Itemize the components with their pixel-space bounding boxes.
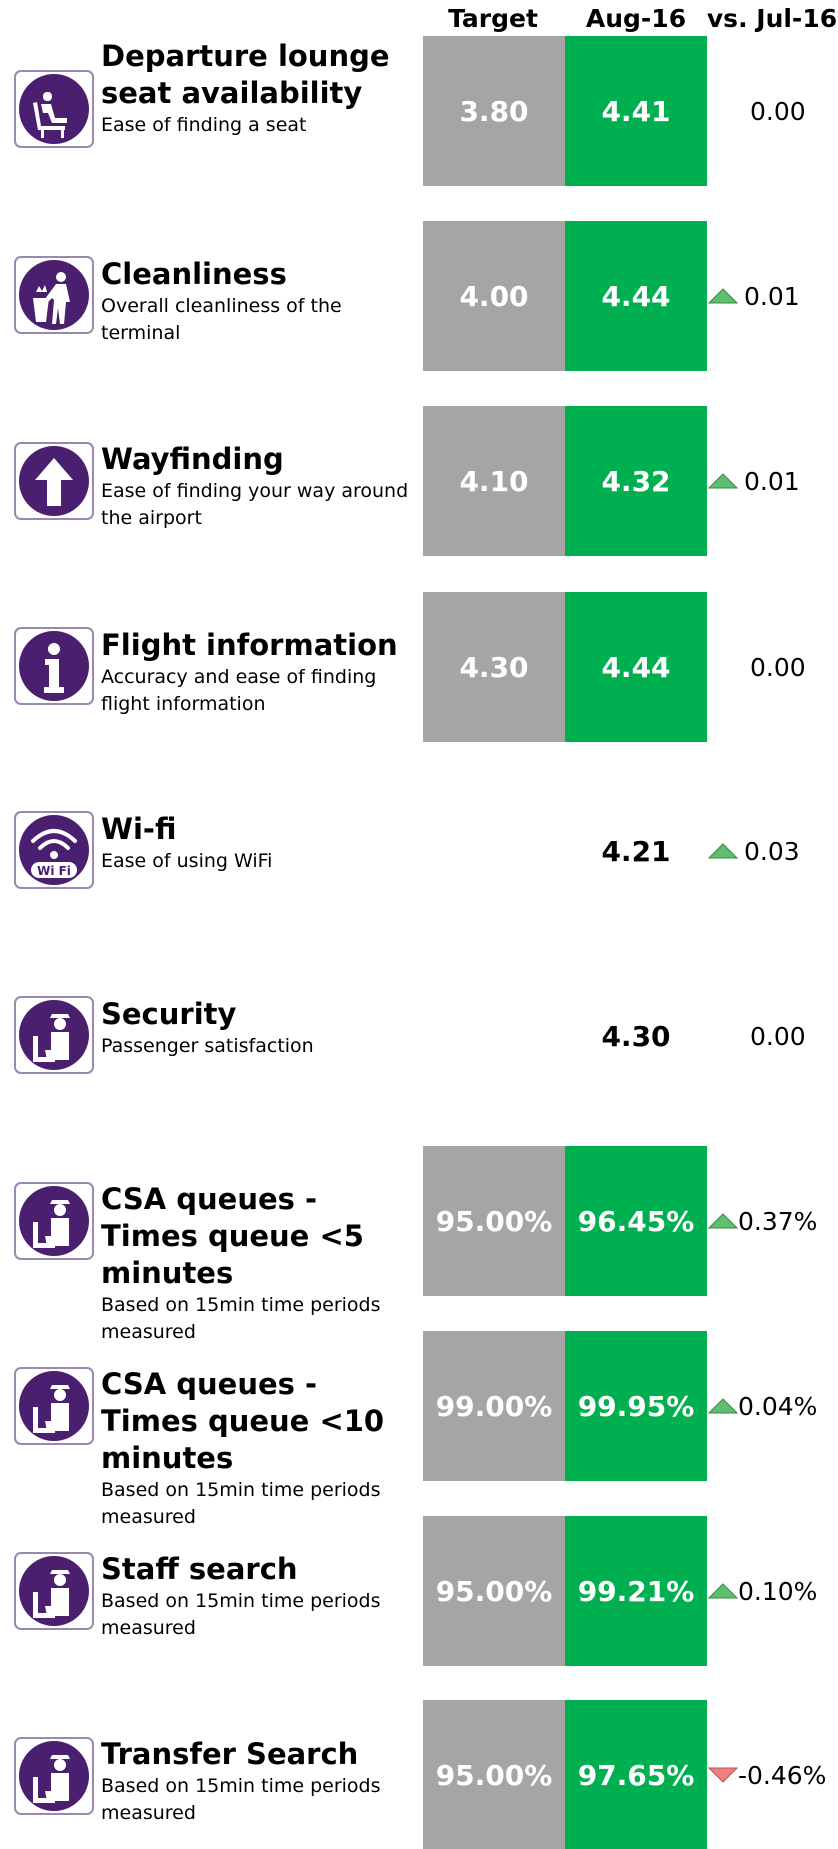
change-vs-previous: 0.03 [708, 776, 838, 926]
change-vs-previous: 0.00 [708, 592, 838, 742]
actual-value: 4.30 [601, 1019, 671, 1053]
change-vs-previous: 0.00 [708, 36, 838, 186]
trend-up-icon [708, 1398, 738, 1414]
kpi-row: 95.00% 97.65% -0.46% [0, 1700, 838, 1849]
target-value: 4.00 [423, 221, 565, 371]
kpi-row: 4.30 4.44 0.00 [0, 592, 838, 742]
change-vs-previous: 0.04% [708, 1331, 838, 1481]
change-vs-previous: -0.46% [708, 1700, 838, 1849]
kpi-row: 4.21 0.03 [0, 776, 838, 926]
trend-up-icon [708, 1213, 738, 1229]
actual-value: 4.32 [565, 406, 707, 556]
kpi-row: 99.00% 99.95% 0.04% [0, 1331, 838, 1481]
change-value: -0.46% [738, 1760, 827, 1790]
change-value: 0.01 [744, 281, 800, 311]
change-value: 0.10% [738, 1576, 818, 1606]
actual-value: 4.41 [565, 36, 707, 186]
change-value: 0.01 [744, 466, 800, 496]
kpi-row: 4.10 4.32 0.01 [0, 406, 838, 556]
change-vs-previous: 0.01 [708, 221, 838, 371]
actual-value: 97.65% [565, 1700, 707, 1849]
kpi-row: 95.00% 96.45% 0.37% [0, 1146, 838, 1296]
actual-value: 96.45% [565, 1146, 707, 1296]
target-value: 4.30 [423, 592, 565, 742]
kpi-row: 4.00 4.44 0.01 [0, 221, 838, 371]
change-vs-previous: 0.01 [708, 406, 838, 556]
change-value: 0.00 [750, 96, 806, 126]
kpi-row: 3.80 4.41 0.00 [0, 36, 838, 186]
trend-up-icon [708, 473, 744, 489]
change-value: 0.00 [750, 1021, 806, 1051]
change-vs-previous: 0.10% [708, 1516, 838, 1666]
actual-value: 4.44 [565, 221, 707, 371]
actual-value: 99.95% [565, 1331, 707, 1481]
actual-value: 4.21 [601, 834, 671, 868]
trend-up-icon [708, 843, 744, 859]
trend-down-icon [708, 1767, 738, 1783]
target-value: 3.80 [423, 36, 565, 186]
kpi-row: 4.30 0.00 [0, 961, 838, 1111]
change-value: 0.03 [744, 836, 800, 866]
actual-value: 99.21% [565, 1516, 707, 1666]
trend-up-icon [708, 1583, 738, 1599]
target-value: 95.00% [423, 1700, 565, 1849]
actual-value: 4.44 [565, 592, 707, 742]
target-value: 99.00% [423, 1331, 565, 1481]
target-value: 95.00% [423, 1146, 565, 1296]
change-vs-previous: 0.37% [708, 1146, 838, 1296]
change-value: 0.37% [738, 1206, 818, 1236]
header-vs-previous: vs. Jul-16 [706, 4, 838, 33]
change-vs-previous: 0.00 [708, 961, 838, 1111]
header-target: Target [448, 4, 538, 33]
column-headers: Target Aug-16 vs. Jul-16 [0, 4, 838, 36]
change-value: 0.04% [738, 1391, 818, 1421]
target-value: 95.00% [423, 1516, 565, 1666]
kpi-row: 95.00% 99.21% 0.10% [0, 1516, 838, 1666]
header-month: Aug-16 [585, 4, 687, 33]
change-value: 0.00 [750, 652, 806, 682]
trend-up-icon [708, 288, 744, 304]
target-value: 4.10 [423, 406, 565, 556]
